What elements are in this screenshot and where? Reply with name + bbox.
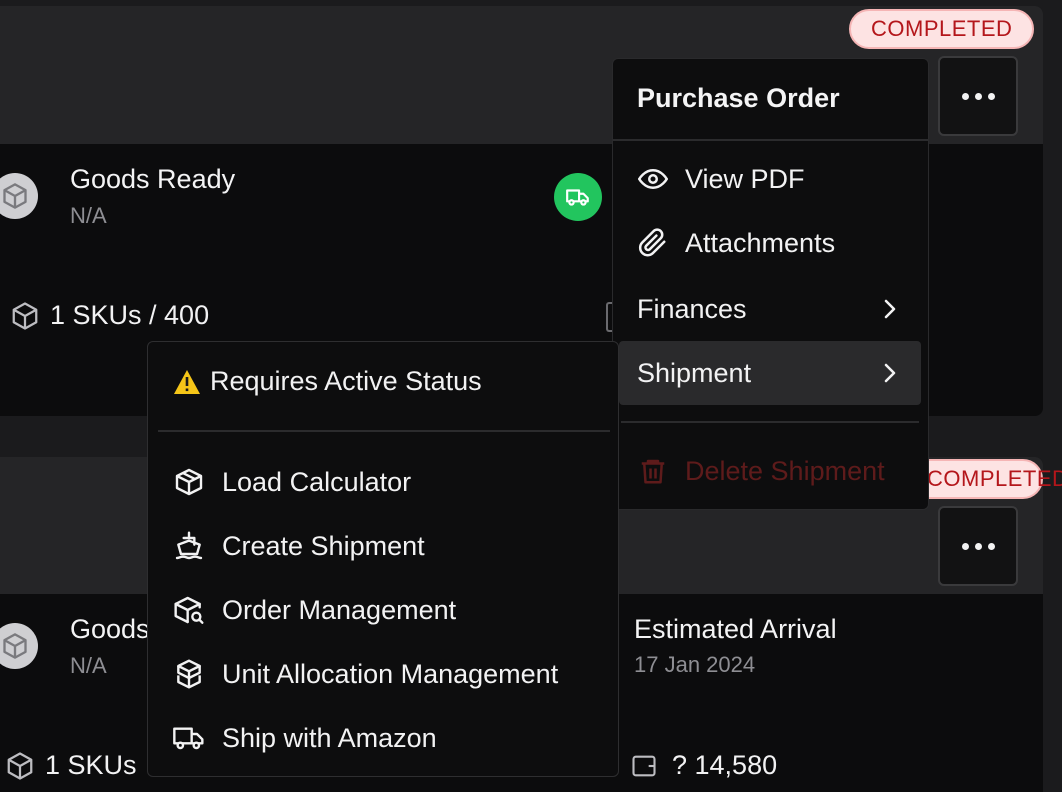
warning-icon (174, 369, 200, 394)
box-icon (172, 465, 206, 499)
status-warning: Requires Active Status (172, 366, 482, 397)
sku-count: 1 SKUs / 400 (10, 300, 209, 331)
menu-item-label: Shipment (637, 357, 752, 388)
box-icon (12, 301, 38, 330)
arrival-date: 17 Jan 2024 (634, 652, 756, 677)
sku-text: 1 SKUs / 400 (50, 300, 210, 330)
ship-icon (172, 529, 206, 563)
menu-title: Purchase Order (637, 83, 840, 113)
order-value-text: ? 14,580 (672, 750, 778, 780)
card-title: Goods (70, 614, 150, 644)
sku-text: 1 SKUs (45, 750, 137, 780)
dot-icon (987, 542, 995, 550)
truck-status-icon (554, 173, 602, 221)
dot-icon (987, 92, 995, 100)
app-stage: COMPLETED Goods Ready N/A 1 SKUs / 400 C… (0, 0, 1062, 792)
trash-icon (635, 453, 671, 489)
create-shipment-menu-item[interactable]: Create Shipment (172, 524, 425, 568)
submenu-item-label: Load Calculator (222, 466, 412, 497)
delete-shipment-menu-item[interactable]: Delete Shipment (619, 439, 921, 503)
dot-icon (961, 92, 969, 100)
truck-icon (172, 721, 206, 755)
wallet-icon (632, 755, 656, 776)
package-check-icon (3, 183, 27, 209)
dot-icon (974, 542, 982, 550)
attachments-menu-item[interactable]: Attachments (619, 211, 921, 275)
card-subtitle: N/A (70, 653, 107, 678)
package-check-icon (3, 633, 27, 659)
submenu-divider (158, 430, 610, 432)
dot-icon (961, 542, 969, 550)
chevron-right-icon (881, 361, 901, 385)
order-value: ? 14,580 (630, 750, 777, 781)
arrival-label: Estimated Arrival (634, 614, 837, 644)
status-badge: COMPLETED (849, 9, 1035, 49)
view-pdf-menu-item[interactable]: View PDF (619, 147, 921, 211)
more-options-button[interactable] (938, 506, 1018, 586)
ship-with-amazon-menu-item[interactable]: Ship with Amazon (172, 716, 437, 760)
card-subtitle: N/A (70, 203, 107, 228)
menu-header: Purchase Order (613, 59, 928, 141)
menu-divider (621, 421, 919, 423)
menu-item-label: Delete Shipment (685, 455, 885, 486)
order-management-menu-item[interactable]: Order Management (172, 588, 456, 632)
menu-item-label: Finances (637, 293, 747, 324)
shipment-submenu: Requires Active Status Load Calculator C… (147, 341, 619, 777)
submenu-item-label: Unit Allocation Management (222, 658, 559, 689)
box-search-icon (172, 593, 206, 627)
chevron-right-icon (881, 297, 901, 321)
boxes-icon (172, 657, 206, 691)
more-options-button[interactable] (938, 56, 1018, 136)
submenu-item-label: Create Shipment (222, 530, 425, 561)
unit-allocation-management-menu-item[interactable]: Unit Allocation Management (172, 652, 558, 696)
truck-icon (566, 189, 589, 206)
eye-icon (635, 161, 671, 197)
paperclip-icon (635, 225, 671, 261)
shipment-menu-item[interactable]: Shipment (619, 341, 921, 405)
finances-menu-item[interactable]: Finances (619, 277, 921, 341)
dot-icon (974, 92, 982, 100)
box-icon (7, 751, 33, 780)
warning-text: Requires Active Status (210, 366, 482, 396)
card-title: Goods Ready (70, 164, 236, 194)
load-calculator-menu-item[interactable]: Load Calculator (172, 460, 411, 504)
sku-count: 1 SKUs (5, 750, 137, 781)
menu-item-label: View PDF (685, 163, 805, 194)
purchase-order-menu: Purchase Order View PDF Attachments Fina… (612, 58, 929, 510)
menu-item-label: Attachments (685, 227, 836, 258)
submenu-item-label: Ship with Amazon (222, 722, 437, 753)
submenu-item-label: Order Management (222, 594, 457, 625)
